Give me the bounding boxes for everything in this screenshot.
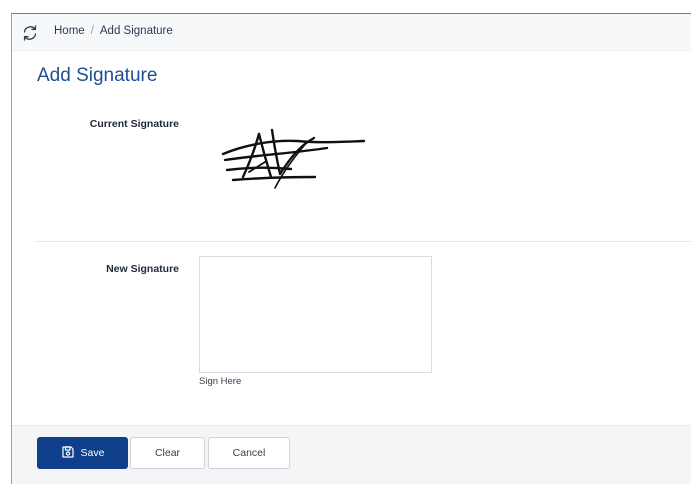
page-title: Add Signature [37,65,158,86]
breadcrumb-home[interactable]: Home [54,25,85,37]
cancel-button[interactable]: Cancel [208,437,290,469]
top-bar: Home / Add Signature [12,14,691,51]
action-footer: Save Clear Cancel [12,425,691,484]
breadcrumb-current[interactable]: Add Signature [100,25,173,37]
breadcrumb-separator: / [90,25,94,37]
clear-button[interactable]: Clear [130,437,205,469]
refresh-icon[interactable] [20,23,40,43]
signature-pad[interactable] [199,256,432,373]
section-divider [35,241,691,242]
save-button-label: Save [80,447,105,459]
current-signature-image [219,122,369,202]
new-signature-label: New Signature [106,263,179,275]
sign-here-hint: Sign Here [199,376,242,387]
page-frame: Home / Add Signature Add Signature Curre… [11,13,691,484]
current-signature-label: Current Signature [89,118,179,130]
breadcrumb: Home / Add Signature [54,25,173,37]
save-icon [61,445,75,462]
save-button[interactable]: Save [37,437,128,469]
